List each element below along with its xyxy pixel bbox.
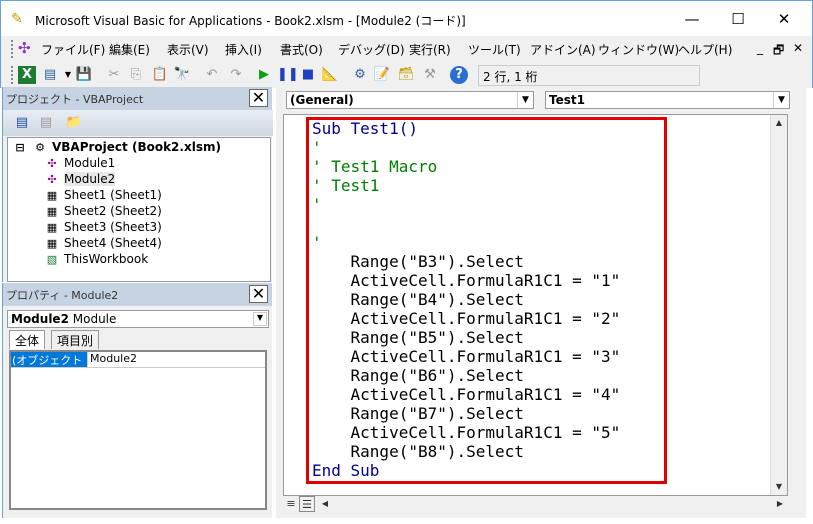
- sheet-icon: ▦: [46, 205, 58, 218]
- properties-panel: プロパティ - Module2 ✕ Module2 Module ▼ 全体 項目別…: [2, 283, 272, 518]
- maximize-button[interactable]: ☐: [715, 5, 761, 33]
- scroll-down-icon[interactable]: ▼: [771, 479, 787, 495]
- object-combo[interactable]: (General) ▼: [286, 91, 534, 109]
- tree-item-thisworkbook[interactable]: ▧ ThisWorkbook: [44, 252, 148, 266]
- menu-bar: ✣ ファイル(F) 編集(E) 表示(V) 挿入(I) 書式(O) デバッグ(D…: [0, 36, 813, 62]
- reset-icon[interactable]: ■: [299, 66, 317, 84]
- mdi-restore-button[interactable]: 🗗: [773, 41, 784, 62]
- collapse-icon[interactable]: ⊟: [12, 141, 28, 154]
- vertical-scrollbar[interactable]: ▲ ▼: [770, 115, 787, 495]
- chevron-down-icon[interactable]: ▼: [773, 92, 789, 108]
- tree-item-sheet4[interactable]: ▦ Sheet4 (Sheet4): [44, 236, 162, 250]
- code-window: (General) ▼ Test1 ▼ Sub Test1() ' ' Test1 Ma…: [276, 87, 806, 518]
- copy-icon[interactable]: ⎘: [127, 66, 145, 84]
- vbaproject-icon: ⚙: [35, 141, 45, 154]
- properties-window-icon[interactable]: 📝: [373, 66, 391, 84]
- paste-icon[interactable]: 📋: [151, 66, 169, 84]
- menu-window[interactable]: ウィンドウ(W): [598, 41, 679, 58]
- toolbox-icon[interactable]: ⚒: [421, 66, 439, 84]
- properties-close-button[interactable]: ✕: [249, 285, 268, 303]
- menu-file[interactable]: ファイル(F): [41, 41, 105, 58]
- help-icon[interactable]: ?: [450, 66, 468, 84]
- properties-panel-title: プロパティ - Module2: [3, 283, 272, 306]
- menu-debug[interactable]: デバッグ(D): [338, 41, 405, 58]
- minimize-button[interactable]: —: [669, 5, 715, 33]
- module-icon: ✣: [47, 157, 57, 170]
- vba-app-icon: ✎: [11, 11, 23, 27]
- tree-item-sheet3[interactable]: ▦ Sheet3 (Sheet3): [44, 220, 162, 234]
- toggle-folders-icon[interactable]: 📁: [65, 114, 83, 132]
- scroll-left-icon[interactable]: ◀: [317, 496, 333, 512]
- project-panel-title: プロジェクト - VBAProject: [3, 87, 272, 110]
- workbook-icon: ▧: [46, 253, 58, 266]
- object-browser-icon[interactable]: 🗃: [397, 66, 415, 84]
- tree-item-sheet2[interactable]: ▦ Sheet2 (Sheet2): [44, 204, 162, 218]
- mdi-minimize-button[interactable]: _: [757, 41, 763, 55]
- find-icon[interactable]: 🔭: [173, 66, 191, 84]
- menu-addins[interactable]: アドイン(A): [530, 41, 596, 58]
- tree-item-sheet1[interactable]: ▦ Sheet1 (Sheet1): [44, 188, 162, 202]
- scroll-right-icon[interactable]: ▶: [772, 496, 788, 512]
- highlight-box: [306, 117, 667, 484]
- sheet-icon: ▦: [46, 221, 58, 234]
- menu-format[interactable]: 書式(O): [280, 41, 323, 58]
- tree-item-module1[interactable]: ✣ Module1: [44, 156, 115, 170]
- redo-icon[interactable]: ↷: [227, 66, 245, 84]
- project-toolbar: ▤ ▤ 📁: [3, 110, 273, 136]
- property-row[interactable]: (オブジェクト名) Module2: [11, 352, 265, 383]
- break-icon[interactable]: ❚❚: [277, 66, 299, 84]
- tree-root[interactable]: ⊟ ⚙ VBAProject (Book2.xlsm): [12, 140, 221, 154]
- code-editor[interactable]: Sub Test1() ' ' Test1 Macro ' Test1 ' ' Range…: [283, 114, 788, 496]
- run-icon[interactable]: ▶: [255, 66, 273, 84]
- design-mode-icon[interactable]: 📐: [321, 66, 339, 84]
- property-grid: (オブジェクト名) Module2: [9, 350, 267, 510]
- window-title: Microsoft Visual Basic for Applications …: [35, 14, 466, 28]
- module-icon: ✣: [47, 173, 57, 186]
- menu-view[interactable]: 表示(V): [167, 41, 209, 58]
- toolbar-grip[interactable]: [11, 66, 14, 84]
- view-code-icon[interactable]: ▤: [13, 114, 31, 132]
- sheet-icon: ▦: [46, 189, 58, 202]
- menu-help[interactable]: ヘルプ(H): [678, 41, 732, 58]
- menu-tools[interactable]: ツール(T): [468, 41, 521, 58]
- tab-alphabetic[interactable]: 全体: [9, 330, 46, 349]
- title-bar: ✎ Microsoft Visual Basic for Application…: [0, 0, 813, 36]
- vba-menu-icon[interactable]: ✣: [18, 39, 31, 57]
- project-tree: ⊟ ⚙ VBAProject (Book2.xlsm) ✣ Module1 ✣ Modu…: [7, 137, 271, 282]
- sheet-icon: ▦: [46, 237, 58, 250]
- tree-item-module2[interactable]: ✣ Module2: [44, 172, 116, 186]
- undo-icon[interactable]: ↶: [203, 66, 221, 84]
- scroll-up-icon[interactable]: ▲: [771, 115, 787, 131]
- project-explorer-panel: プロジェクト - VBAProject ✕ ▤ ▤ 📁 ⊟ ⚙ VBAProject…: [2, 87, 273, 282]
- procedure-view-icon[interactable]: ≡: [283, 496, 299, 512]
- cut-icon[interactable]: ✂: [105, 66, 123, 84]
- menu-run[interactable]: 実行(R): [409, 41, 451, 58]
- full-module-view-icon[interactable]: ☰: [299, 496, 315, 512]
- excel-icon[interactable]: X: [18, 66, 36, 84]
- horizontal-scrollbar[interactable]: ≡ ☰ ◀ ▶: [283, 496, 788, 512]
- project-explorer-icon[interactable]: ⚙: [351, 66, 369, 84]
- insert-userform-icon[interactable]: ▤: [41, 66, 59, 84]
- cursor-position: 2 行, 1 桁: [478, 65, 700, 86]
- mdi-close-button[interactable]: ✕: [793, 41, 803, 55]
- tab-categorized[interactable]: 項目別: [51, 330, 100, 349]
- project-close-button[interactable]: ✕: [249, 89, 268, 107]
- chevron-down-icon[interactable]: ▼: [517, 92, 533, 108]
- view-object-icon[interactable]: ▤: [37, 114, 55, 132]
- chevron-down-icon[interactable]: ▼: [253, 312, 267, 326]
- menu-edit[interactable]: 編集(E): [109, 41, 150, 58]
- procedure-combo[interactable]: Test1 ▼: [545, 91, 790, 109]
- menu-grip[interactable]: [11, 40, 14, 58]
- close-button[interactable]: ✕: [761, 5, 807, 33]
- menu-insert[interactable]: 挿入(I): [225, 41, 262, 58]
- object-select[interactable]: Module2 Module ▼: [7, 310, 269, 328]
- save-icon[interactable]: 💾: [75, 66, 93, 84]
